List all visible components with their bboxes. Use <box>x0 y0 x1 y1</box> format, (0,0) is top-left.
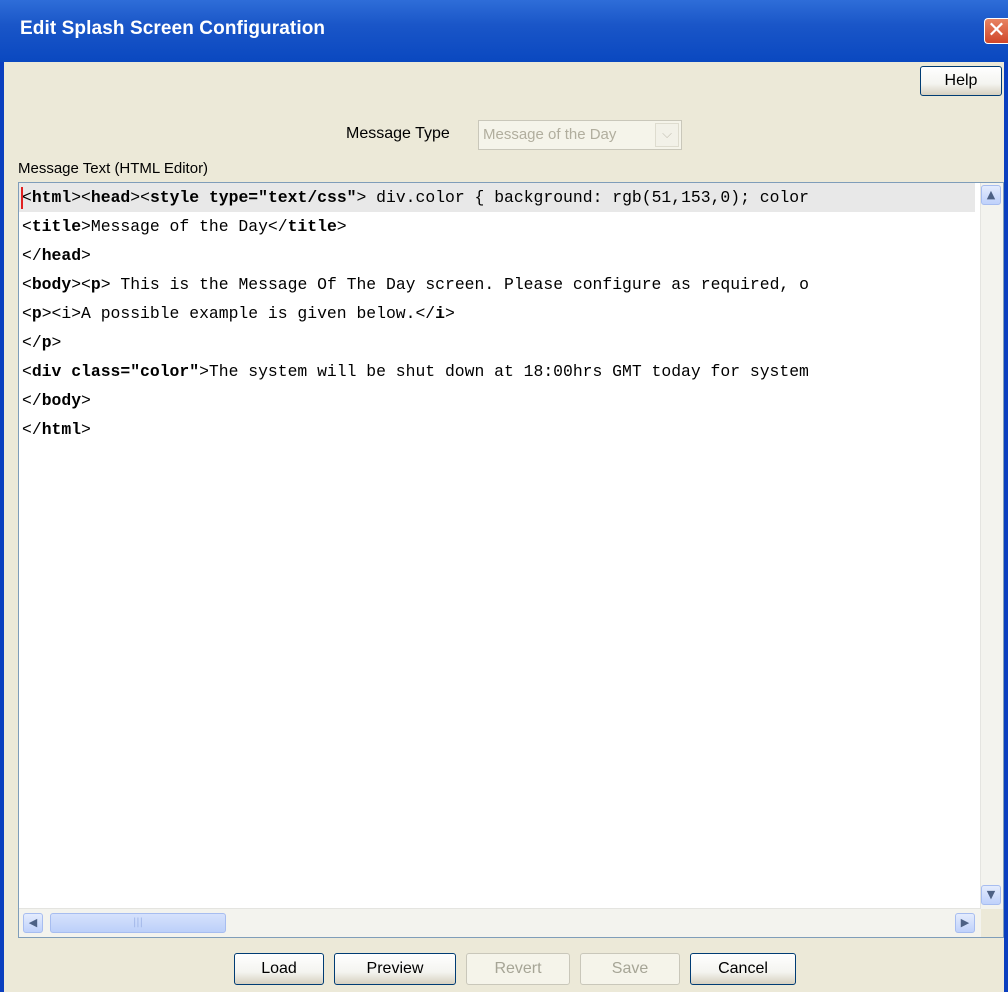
close-icon: ✕ <box>987 18 1006 43</box>
chevron-right-icon[interactable]: ▶ <box>955 913 975 933</box>
message-type-label: Message Type <box>346 125 450 142</box>
code-keyword: p <box>41 333 52 352</box>
code-text: </ <box>22 420 42 439</box>
revert-button-label: Revert <box>494 960 542 977</box>
chevron-left-icon[interactable]: ◀ <box>23 913 43 933</box>
code-line[interactable]: </p> <box>19 328 975 357</box>
code-keyword: title <box>287 217 337 236</box>
code-keyword: p <box>90 275 101 294</box>
code-keyword: div class="color" <box>31 362 200 381</box>
code-text: < <box>22 188 32 207</box>
preview-button-label: Preview <box>366 960 424 977</box>
code-text: < <box>22 217 32 236</box>
code-line[interactable]: </body> <box>19 386 975 415</box>
code-text: </ <box>22 391 42 410</box>
chevron-up-icon[interactable]: ▲ <box>981 185 1001 205</box>
code-text: >Message of the Day</ <box>81 217 288 236</box>
code-text: >< <box>130 188 150 207</box>
code-keyword: i <box>435 304 445 323</box>
code-text: > <box>336 217 347 236</box>
load-button[interactable]: Load <box>234 953 324 985</box>
code-text: > <box>81 420 91 439</box>
code-text: > div.color { background: rgb(51,153,0);… <box>356 188 809 207</box>
text-caret <box>21 187 23 209</box>
code-line[interactable]: <html><head><style type="text/css"> div.… <box>19 183 975 212</box>
code-text: > <box>444 304 455 323</box>
code-keyword: p <box>31 304 42 323</box>
code-text: ><i>A possible example is given below.</ <box>41 304 436 323</box>
code-line[interactable]: <p><i>A possible example is given below.… <box>19 299 975 328</box>
html-editor[interactable]: <html><head><style type="text/css"> div.… <box>18 182 1004 938</box>
horizontal-scroll-thumb[interactable]: ||| <box>50 913 226 933</box>
save-button-label: Save <box>611 960 649 977</box>
code-keyword: style type="text/css" <box>149 188 357 207</box>
load-button-label: Load <box>261 960 297 977</box>
code-text: >< <box>71 275 91 294</box>
code-area[interactable]: <html><head><style type="text/css"> div.… <box>19 183 975 903</box>
vertical-scrollbar[interactable]: ▲ ▼ <box>980 183 1003 909</box>
horizontal-scrollbar[interactable]: ◀ ||| ▶ <box>19 908 981 937</box>
message-type-value: Message of the Day <box>483 126 617 143</box>
code-line[interactable]: <div class="color">The system will be sh… <box>19 357 975 386</box>
code-text: > This is the Message Of The Day screen.… <box>100 275 809 294</box>
preview-button[interactable]: Preview <box>334 953 456 985</box>
code-line[interactable]: </html> <box>19 415 975 444</box>
cancel-button[interactable]: Cancel <box>690 953 796 985</box>
editor-label: Message Text (HTML Editor) <box>18 160 209 177</box>
code-text: < <box>22 304 32 323</box>
code-keyword: head <box>90 188 131 207</box>
code-text: >The system will be shut down at 18:00hr… <box>199 362 809 381</box>
title-bar: Edit Splash Screen Configuration ✕ <box>0 0 1008 62</box>
window-title: Edit Splash Screen Configuration <box>20 18 326 39</box>
save-button[interactable]: Save <box>580 953 680 985</box>
code-keyword: title <box>31 217 82 236</box>
code-text: < <box>22 362 32 381</box>
code-line[interactable]: <title>Message of the Day</title> <box>19 212 975 241</box>
code-text: </ <box>22 333 42 352</box>
chevron-down-icon[interactable]: ⌵ <box>655 123 679 147</box>
code-text: > <box>81 246 91 265</box>
chevron-down-icon[interactable]: ▼ <box>981 885 1001 905</box>
code-text: > <box>81 391 91 410</box>
revert-button[interactable]: Revert <box>466 953 570 985</box>
code-keyword: html <box>41 420 82 439</box>
code-text: > <box>51 333 62 352</box>
help-button-label: Help <box>944 72 978 89</box>
code-keyword: body <box>31 275 72 294</box>
code-text: >< <box>71 188 91 207</box>
code-text: < <box>22 275 32 294</box>
code-line[interactable]: </head> <box>19 241 975 270</box>
help-button[interactable]: Help <box>920 66 1002 96</box>
cancel-button-label: Cancel <box>718 960 768 977</box>
scrollbar-corner <box>981 909 1003 937</box>
code-keyword: head <box>41 246 82 265</box>
message-type-select[interactable]: Message of the Day ⌵ <box>478 120 682 150</box>
code-text: </ <box>22 246 42 265</box>
code-keyword: html <box>31 188 72 207</box>
close-button[interactable]: ✕ <box>984 18 1008 44</box>
code-line[interactable]: <body><p> This is the Message Of The Day… <box>19 270 975 299</box>
code-keyword: body <box>41 391 82 410</box>
